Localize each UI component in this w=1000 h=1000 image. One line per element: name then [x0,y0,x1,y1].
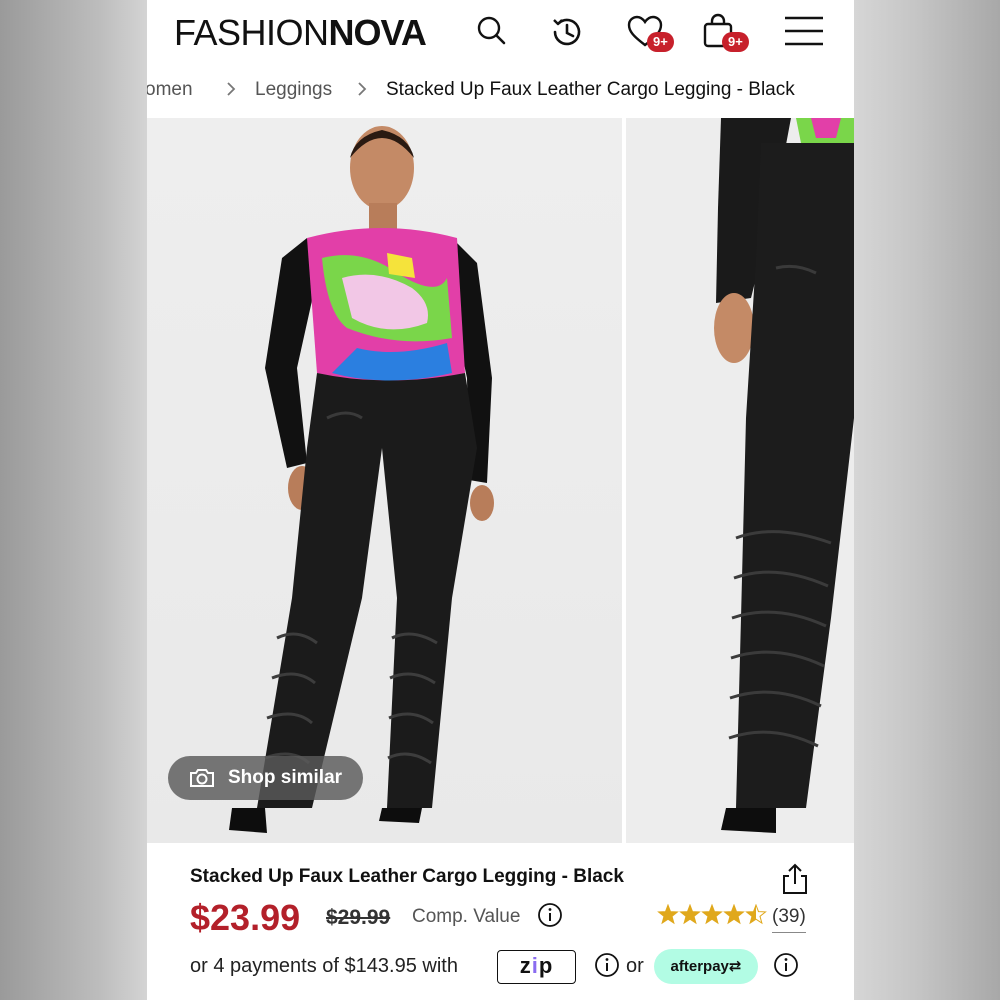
shop-similar-label: Shop similar [228,767,343,788]
comp-value-label: Comp. Value [412,906,521,927]
review-count[interactable]: (39) [772,906,806,933]
cart-count-badge: 9+ [722,32,749,52]
shop-similar-button[interactable]: Shop similar [168,756,363,800]
history-icon[interactable] [547,12,587,52]
brand-logo[interactable]: FASHIONNOVA [174,12,427,54]
product-title: Stacked Up Faux Leather Cargo Legging - … [190,866,624,887]
chevron-right-icon [356,79,368,104]
rating-star [745,903,767,925]
breadcrumb-item-leggings[interactable]: Leggings [255,79,332,101]
logo-text-bold: NOVA [328,12,427,53]
rating-star [723,903,745,925]
product-image-front[interactable]: Shop similar [147,118,622,843]
afterpay-badge[interactable]: afterpay⇄ [654,949,758,984]
wishlist-count-badge: 9+ [647,32,674,52]
breadcrumb: omen Leggings Stacked Up Faux Leather Ca… [147,76,854,106]
comp-price: $29.99 [326,906,391,929]
rating-star [657,903,679,925]
zip-pay-badge[interactable]: zip [497,950,576,984]
menu-icon[interactable] [783,12,823,52]
model-illustration-front [229,126,494,833]
zip-letter-p: p [538,953,554,978]
logo-text-thin: FASHION [174,12,329,53]
partially-visible-promo-line [190,992,750,1000]
chevron-right-icon [225,79,237,104]
installments-text: or 4 payments of $143.95 with [190,955,458,977]
zip-letter-i: i [531,953,539,978]
breadcrumb-item-women[interactable]: omen [147,79,193,101]
sale-price: $23.99 [190,897,301,938]
rating-stars[interactable] [657,903,767,932]
rating-star [679,903,701,925]
zip-letter-z: z [519,953,532,978]
site-header: FASHIONNOVA 9+ 9+ [147,0,854,64]
breadcrumb-current: Stacked Up Faux Leather Cargo Legging - … [386,79,795,100]
camera-icon [188,766,216,796]
or-label: or [626,955,644,977]
search-icon[interactable] [472,12,512,52]
product-image-side[interactable] [626,118,854,843]
rating-star [701,903,723,925]
info-icon[interactable] [773,952,799,978]
info-icon[interactable] [537,902,563,928]
share-icon[interactable] [781,862,809,901]
phone-screen: FASHIONNOVA 9+ 9+ omen Leggings Stacked … [147,0,854,1000]
model-illustration-side [714,118,854,833]
info-icon[interactable] [594,952,620,978]
